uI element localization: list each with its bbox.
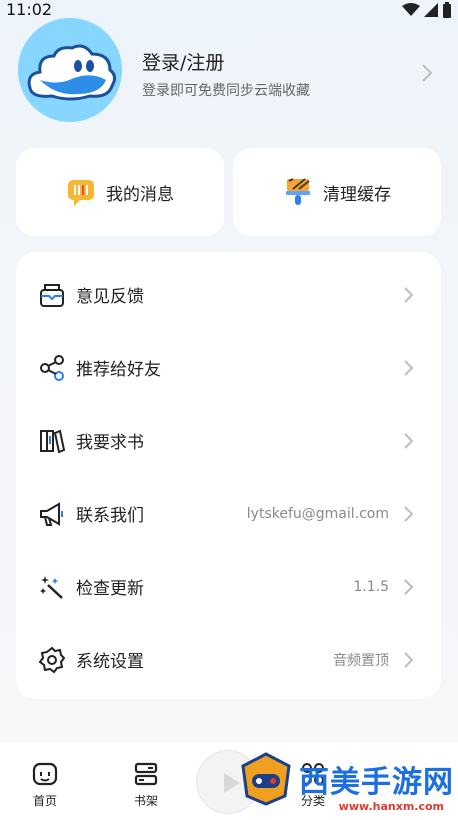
megaphone-icon	[38, 500, 66, 528]
bookshelf-icon	[134, 762, 158, 786]
cloud-mascot-icon	[18, 18, 122, 122]
home-icon	[32, 762, 58, 786]
watermark: 西美手游网	[239, 752, 454, 806]
chevron-right-icon	[404, 286, 413, 303]
status-icons	[402, 2, 452, 18]
chevron-right-icon	[404, 432, 413, 449]
tab-bookshelf[interactable]: 书架	[101, 742, 191, 820]
wifi-icon	[402, 3, 420, 16]
menu-label-feedback: 意见反馈	[76, 287, 144, 307]
chevron-right-icon	[404, 359, 413, 376]
chevron-right-icon	[422, 64, 432, 82]
menu-item-settings[interactable]: 系统设置 音频置顶	[16, 623, 441, 696]
battery-icon	[443, 2, 451, 18]
signal-icon	[424, 3, 438, 17]
message-icon	[68, 180, 94, 206]
avatar[interactable]	[18, 18, 122, 122]
feedback-icon	[38, 281, 66, 309]
brush-icon	[286, 178, 310, 205]
menu-item-request-book[interactable]: 我要求书	[16, 404, 441, 477]
menu-item-check-update[interactable]: 检查更新 1.1.5	[16, 550, 441, 623]
chevron-right-icon	[404, 578, 413, 595]
menu-label-settings: 系统设置	[76, 652, 144, 672]
menu-label-contact: 联系我们	[76, 506, 144, 526]
settings-icon	[38, 646, 66, 674]
tab-home-label: 首页	[32, 794, 57, 808]
messages-button[interactable]: 我的消息	[16, 148, 224, 236]
status-bar: 11:02	[0, 0, 458, 20]
messages-label: 我的消息	[106, 184, 174, 205]
magic-wand-icon	[38, 573, 66, 601]
watermark-text: 西美手游网	[299, 765, 454, 800]
profile-title[interactable]: 登录/注册	[142, 48, 224, 75]
share-icon	[38, 354, 66, 382]
menu-item-contact[interactable]: 联系我们 lytskefu@gmail.com	[16, 477, 441, 550]
settings-menu: 意见反馈 推荐给好友 我要求书 联系我们 lytskefu@gmail.com …	[16, 252, 441, 699]
profile-subtitle: 登录即可免费同步云端收藏	[142, 83, 310, 99]
menu-label-share: 推荐给好友	[76, 360, 161, 380]
tab-bookshelf-label: 书架	[133, 794, 158, 808]
tab-home[interactable]: 首页	[0, 742, 90, 820]
menu-item-feedback[interactable]: 意见反馈	[16, 258, 441, 331]
menu-value-settings: 音频置顶	[333, 652, 389, 669]
profile-header[interactable]: 登录/注册 登录即可免费同步云端收藏	[18, 18, 438, 124]
books-icon	[38, 427, 66, 455]
clear-cache-label: 清理缓存	[323, 184, 391, 205]
menu-label-check-update: 检查更新	[76, 579, 144, 599]
chevron-right-icon	[404, 505, 413, 522]
clear-cache-button[interactable]: 清理缓存	[233, 148, 441, 236]
gamepad-logo-icon	[241, 752, 291, 806]
menu-label-request-book: 我要求书	[76, 433, 144, 453]
chevron-right-icon	[404, 651, 413, 668]
watermark-url: www.hanxm.com	[338, 800, 444, 813]
app-version: 1.1.5	[353, 578, 389, 595]
menu-item-share[interactable]: 推荐给好友	[16, 331, 441, 404]
status-time: 11:02	[6, 0, 53, 19]
menu-value-contact: lytskefu@gmail.com	[246, 505, 389, 522]
